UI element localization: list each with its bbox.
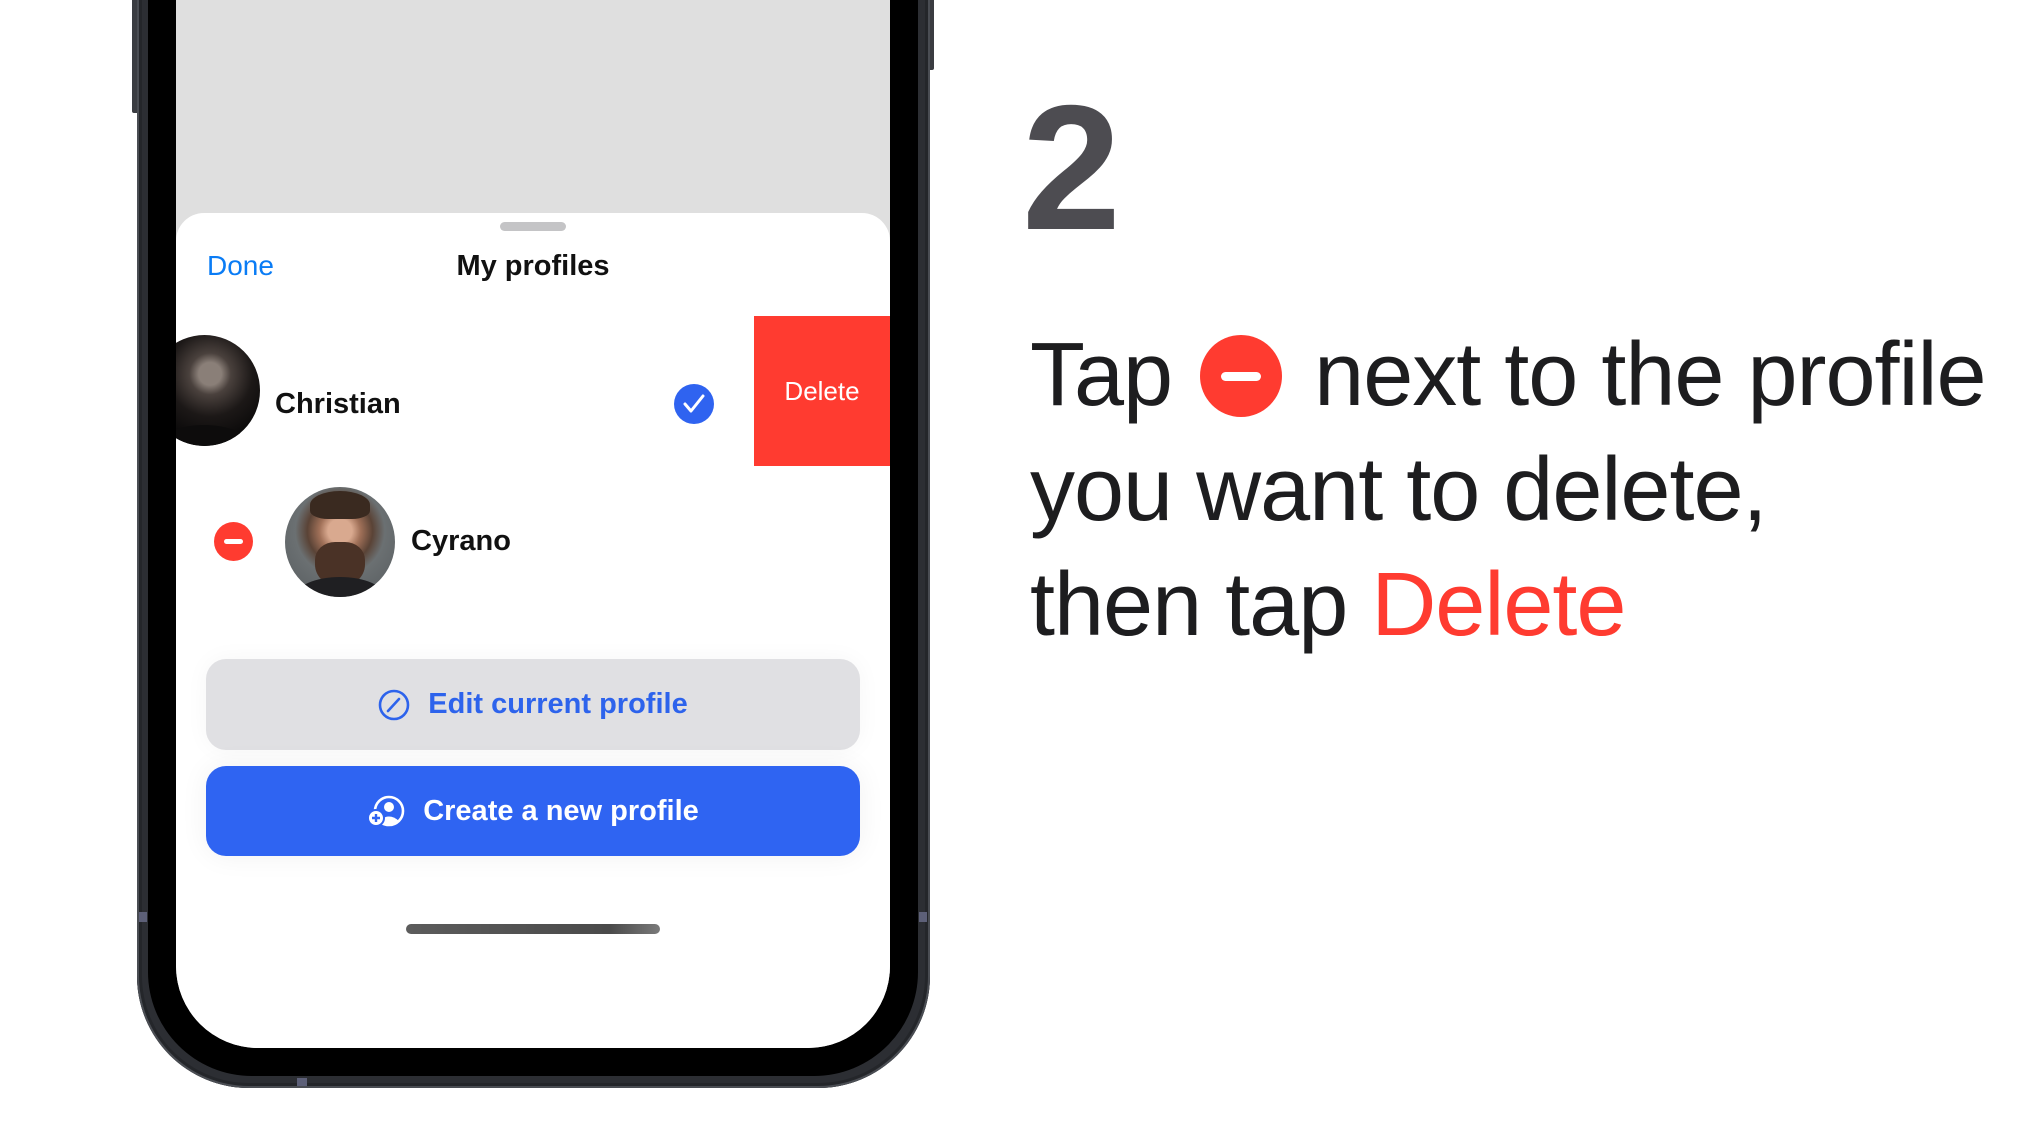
- avatar-shirt: [176, 425, 249, 446]
- create-label: Create a new profile: [423, 794, 699, 827]
- instruction-line-1: Tap next to the profile: [1030, 318, 1987, 433]
- profile-name: Cyrano: [411, 525, 511, 557]
- selected-checkmark-icon: [674, 384, 714, 424]
- instruction-text-part: then tap: [1030, 555, 1348, 655]
- sheet-title: My profiles: [456, 250, 610, 282]
- edit-current-profile-button[interactable]: Edit current profile: [206, 659, 860, 750]
- remove-icon[interactable]: [214, 522, 253, 561]
- instruction-text: Tap next to the profile you want to dele…: [1030, 318, 1987, 663]
- antenna-band: [139, 912, 147, 922]
- edit-label: Edit current profile: [428, 688, 688, 720]
- sheet-grabber[interactable]: [500, 222, 566, 231]
- phone-screen: Done My profiles Christian Delete Cyrano: [176, 0, 890, 1048]
- home-indicator[interactable]: [406, 924, 660, 934]
- pencil-circle-icon: [378, 689, 410, 721]
- avatar-shirt: [295, 577, 385, 597]
- delete-highlight: Delete: [1371, 555, 1626, 655]
- profile-row-cyrano[interactable]: Cyrano: [176, 466, 890, 636]
- person-add-icon: [367, 795, 405, 827]
- avatar-cyrano: [285, 487, 395, 597]
- avatar-christian: [176, 335, 260, 446]
- delete-button[interactable]: Delete: [754, 316, 890, 466]
- antenna-band: [297, 1078, 307, 1086]
- instruction-line-3: then tap Delete: [1030, 548, 1986, 663]
- create-new-profile-button[interactable]: Create a new profile: [206, 766, 860, 856]
- instruction-text-part: Tap: [1030, 325, 1173, 425]
- instruction-line-2: you want to delete,: [1030, 440, 1768, 540]
- step-number: 2: [1022, 68, 1121, 267]
- profile-row-christian[interactable]: Christian Delete: [176, 316, 890, 466]
- antenna-band: [919, 912, 927, 922]
- avatar-hair: [310, 491, 370, 519]
- remove-circle-icon: [1200, 335, 1283, 417]
- profile-name: Christian: [275, 388, 401, 420]
- instruction-text-part: next to the profile: [1314, 325, 1986, 425]
- profiles-sheet: Done My profiles Christian Delete Cyrano: [176, 213, 890, 1048]
